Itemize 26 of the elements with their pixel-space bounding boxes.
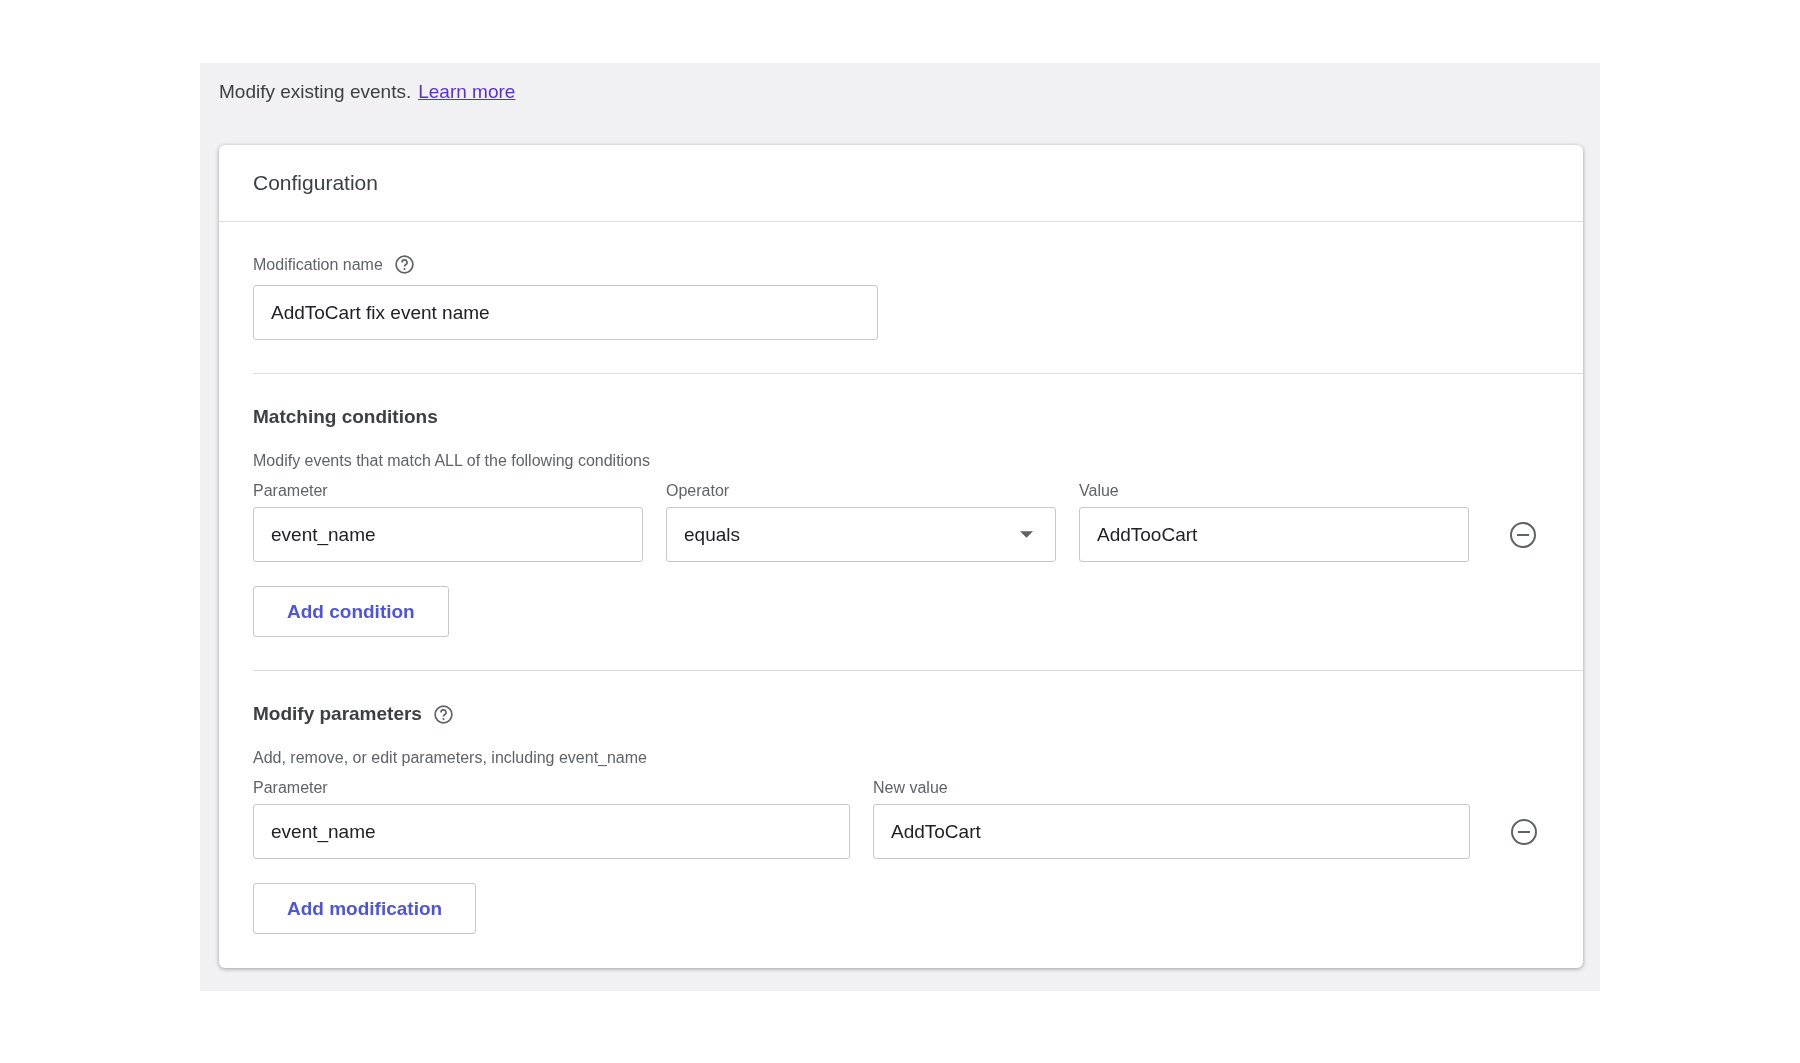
value-field[interactable]: AddTooCart xyxy=(1079,507,1469,562)
remove-icon[interactable] xyxy=(1510,817,1538,846)
card-title: Configuration xyxy=(253,171,378,194)
add-modification-button[interactable]: Add modification xyxy=(253,883,477,934)
field-label: Modification name xyxy=(253,255,383,274)
help-icon[interactable] xyxy=(432,703,454,725)
column-label: Value xyxy=(1079,482,1120,500)
section-title: Matching conditions xyxy=(253,406,439,428)
caret-icon xyxy=(1020,531,1033,538)
column-label: Parameter xyxy=(253,779,329,797)
section-description: Add, remove, or edit parameters, including event_name xyxy=(253,749,648,767)
help-icon[interactable] xyxy=(393,254,415,275)
section-description: Modify events that match ALL of the following conditions xyxy=(253,452,651,470)
section-title: Modify parameters xyxy=(253,703,422,725)
parameter-field[interactable]: event_name xyxy=(253,507,643,562)
intro-text: Modify existing events. xyxy=(219,81,412,103)
learn-more-link[interactable]: Learn more xyxy=(418,81,516,103)
column-label: Operator xyxy=(666,482,731,500)
parameter-field[interactable]: event_name xyxy=(253,804,850,859)
remove-icon[interactable] xyxy=(1509,520,1537,549)
column-label: Parameter xyxy=(253,482,329,500)
add-condition-button[interactable]: Add condition xyxy=(253,586,449,637)
modification-name-field[interactable]: AddToCart fix event name xyxy=(253,285,878,340)
new-value-field[interactable]: AddToCart xyxy=(873,804,1470,859)
column-label: New value xyxy=(873,779,949,797)
operator-dropdown[interactable]: equals xyxy=(666,507,1056,562)
